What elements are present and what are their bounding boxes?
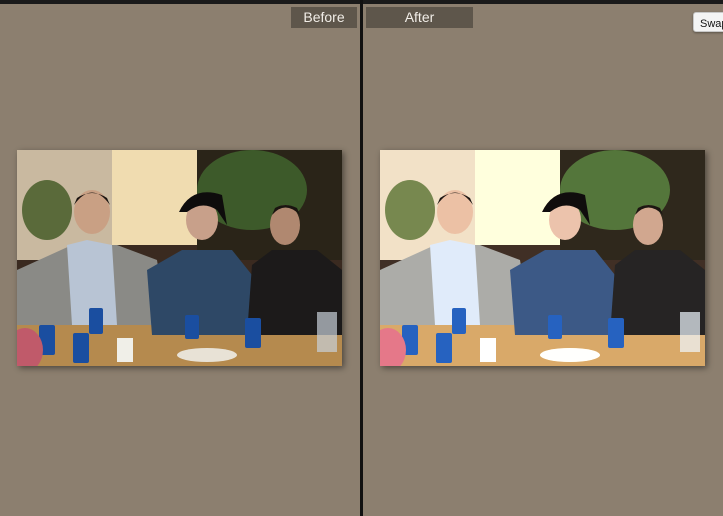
photo-image — [17, 150, 342, 366]
photo-image — [380, 150, 705, 366]
after-photo — [380, 150, 705, 366]
before-label: Before — [291, 7, 357, 28]
swap-button[interactable]: Swap — [693, 12, 723, 32]
after-pane: After Swap — [363, 4, 723, 516]
before-pane: Before — [0, 4, 360, 516]
before-photo — [17, 150, 342, 366]
after-label: After — [366, 7, 473, 28]
